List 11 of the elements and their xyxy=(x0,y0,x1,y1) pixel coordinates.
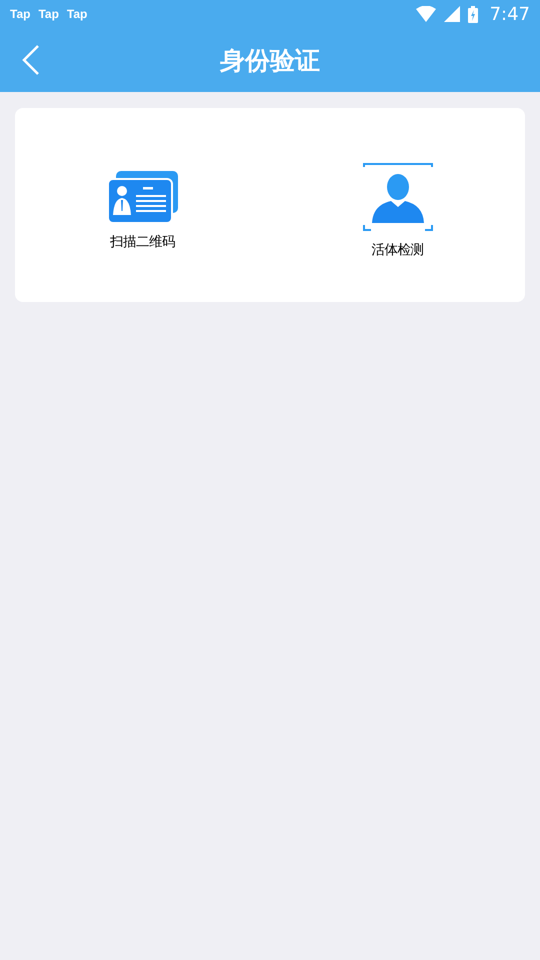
verification-option[interactable]: 活体检测 xyxy=(270,108,525,302)
app-notification-label: Tap xyxy=(10,7,30,21)
verification-option[interactable]: 扫描二维码 xyxy=(15,108,270,302)
page-title: 身份验证 xyxy=(220,44,320,76)
wifi-icon xyxy=(416,6,436,22)
app-notification-label: Tap xyxy=(66,7,88,21)
signal-icon xyxy=(444,6,460,22)
battery-icon xyxy=(468,6,478,22)
app-notification-label: Tap xyxy=(38,7,59,21)
status-time: 7:47 xyxy=(490,4,530,24)
face-scan-icon xyxy=(360,160,434,232)
